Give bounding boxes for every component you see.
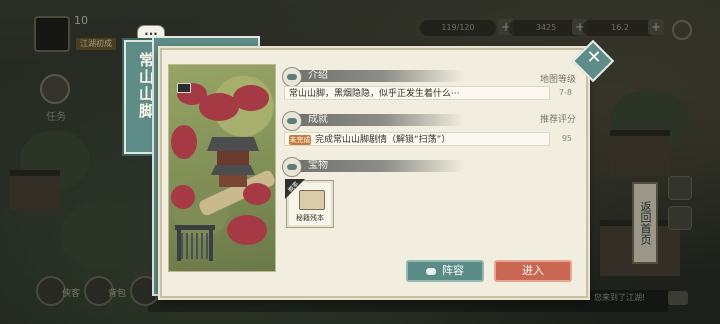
enter-button[interactable]: 进入 xyxy=(494,260,572,282)
location-map-illustration xyxy=(168,64,276,272)
close-icon[interactable]: ✕ xyxy=(584,48,604,68)
treasure-item[interactable]: 概率 秘籍残本 xyxy=(285,179,334,228)
achievement-header: 成就 xyxy=(282,111,464,131)
intro-text: 常山山脚，黑烟隐隐，似乎正发生着什么··· xyxy=(284,86,550,100)
map-marker-icon xyxy=(177,83,191,93)
lineup-button-label: 阵容 xyxy=(442,264,464,277)
lineup-button[interactable]: 阵容 xyxy=(406,260,484,282)
enter-button-label: 进入 xyxy=(522,264,544,277)
achievement-status-badge: 未完成 xyxy=(289,134,311,145)
recommended-score-label: 推荐评分 xyxy=(539,115,576,125)
section-marker-icon xyxy=(282,157,302,177)
treasure-title: 宝物 xyxy=(308,160,328,171)
achievement-title: 成就 xyxy=(308,114,328,125)
scroll-icon xyxy=(299,190,325,210)
achievement-text: 完成常山山脚剧情（解锁“扫荡”） xyxy=(315,135,451,145)
intro-title: 介绍 xyxy=(308,70,328,81)
map-level-value: 7-8 xyxy=(558,88,572,97)
section-marker-icon xyxy=(282,111,302,131)
treasure-item-name: 秘籍残本 xyxy=(296,214,324,222)
lineup-icon xyxy=(426,267,436,275)
intro-header: 介绍 xyxy=(282,67,464,87)
section-marker-icon xyxy=(282,67,302,87)
achievement-row: 未完成 完成常山山脚剧情（解锁“扫荡”） xyxy=(284,132,550,146)
location-detail-panel: 介绍 地图等级 常山山脚，黑烟隐隐，似乎正发生着什么··· 7-8 成就 推荐评… xyxy=(160,48,588,298)
treasure-header: 宝物 xyxy=(282,157,464,177)
map-level-label: 地图等级 xyxy=(539,75,576,85)
recommended-score-value: 95 xyxy=(561,134,572,143)
